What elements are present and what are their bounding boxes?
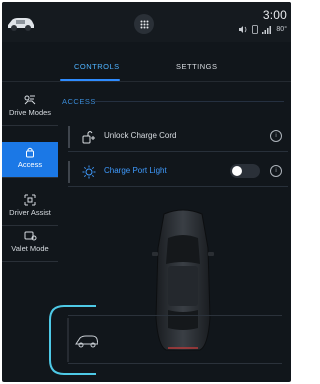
info-icon[interactable]: i: [270, 165, 282, 177]
charge-port-light-icon: [82, 165, 96, 179]
valet-icon: [24, 231, 37, 241]
sidebar-item-label: Drive Modes: [8, 108, 52, 117]
tab-divider: [2, 81, 291, 82]
tab-controls[interactable]: CONTROLS: [74, 62, 120, 71]
vehicle-top-view-image: [152, 209, 214, 351]
tab-bar: CONTROLS SETTINGS: [2, 52, 291, 84]
phone-icon: [252, 25, 259, 34]
volume-icon: [239, 26, 247, 33]
apps-grid-icon: [140, 20, 148, 28]
car-thumbnail-icon[interactable]: [6, 12, 36, 32]
charge-cord-icon: [82, 131, 95, 144]
toggle-knob: [232, 166, 242, 176]
widget-divider-bottom: [68, 363, 282, 364]
sidebar: Drive Modes Access Driver Assist Valet M…: [2, 90, 58, 270]
signal-icon: [262, 25, 272, 34]
clock-time: 3:00: [262, 8, 287, 22]
sidebar-item-driver-assist[interactable]: Driver Assist: [2, 190, 58, 226]
status-icons: 80°: [238, 25, 287, 34]
row-indicator: [68, 126, 70, 148]
sidebar-item-label: Access: [17, 160, 43, 169]
row-charge-port-light[interactable]: Charge Port Light i: [68, 157, 288, 187]
sidebar-item-access[interactable]: Access: [2, 142, 58, 178]
row-label: Unlock Charge Cord: [104, 131, 177, 140]
row-unlock-charge-cord[interactable]: Unlock Charge Cord i: [68, 122, 288, 152]
section-divider: [94, 101, 284, 102]
temperature: 80°: [276, 26, 287, 33]
widget-divider-top: [68, 315, 282, 316]
lock-icon: [26, 147, 34, 158]
status-bar: 3:00 80°: [2, 2, 291, 42]
row-indicator: [68, 161, 70, 183]
vehicle-controls-screen: 3:00 80° CONTROLS SETTINGS Drive Modes A…: [2, 2, 291, 382]
apps-button[interactable]: [134, 14, 154, 34]
tab-settings[interactable]: SETTINGS: [176, 62, 218, 71]
drive-modes-icon: [24, 95, 36, 105]
section-title-access: ACCESS: [62, 97, 96, 106]
sidebar-item-valet-mode[interactable]: Valet Mode: [2, 226, 58, 262]
row-label: Charge Port Light: [104, 166, 167, 175]
sidebar-item-label: Valet Mode: [11, 244, 49, 253]
info-icon[interactable]: i: [270, 130, 282, 142]
sidebar-item-drive-modes[interactable]: Drive Modes: [2, 90, 58, 126]
sidebar-item-label: Driver Assist: [9, 208, 51, 217]
driver-assist-icon: [24, 194, 36, 206]
charge-port-light-toggle[interactable]: [230, 164, 260, 178]
